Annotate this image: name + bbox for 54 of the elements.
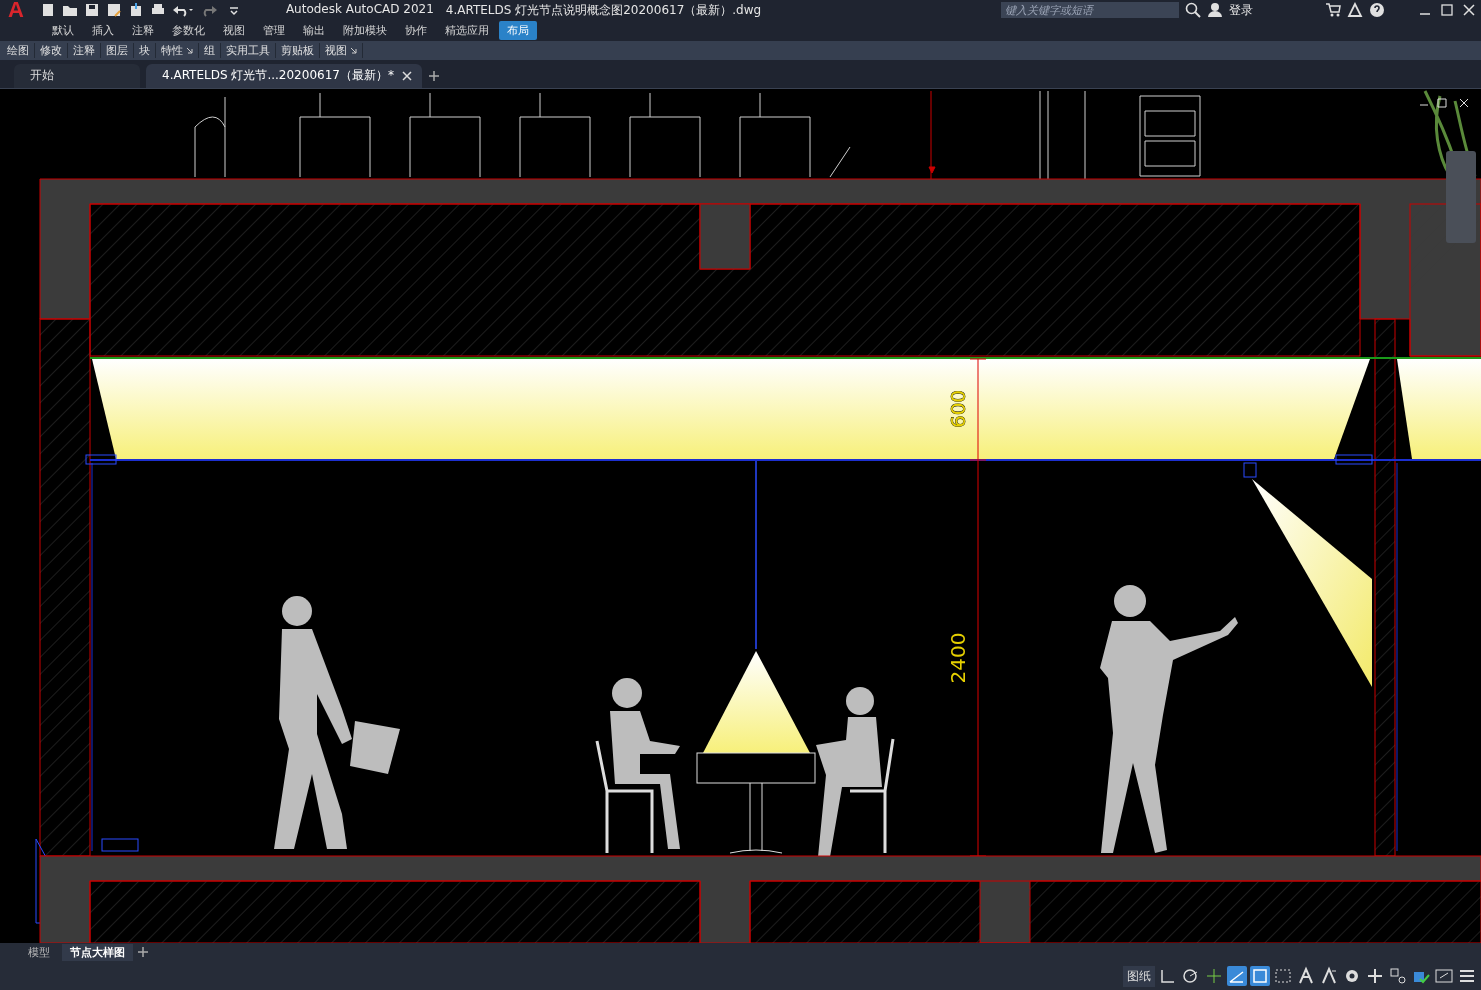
- viewport-controls-icon[interactable]: [1419, 98, 1469, 108]
- maximize-icon[interactable]: [1439, 2, 1455, 18]
- paper-space-toggle[interactable]: 图纸: [1123, 965, 1155, 987]
- ribbon-tab[interactable]: 管理: [255, 21, 293, 40]
- light-fixture-icon: [85, 454, 117, 465]
- ribbon-tab[interactable]: 参数化: [164, 21, 213, 40]
- close-icon[interactable]: [1461, 2, 1477, 18]
- panel-label[interactable]: 绘图: [7, 43, 29, 58]
- panel-label[interactable]: 图层: [106, 43, 128, 58]
- panel-label[interactable]: 组: [204, 43, 215, 58]
- add-layout-icon[interactable]: [137, 946, 149, 959]
- light-fixture-icon: [1335, 454, 1373, 465]
- layout-tab[interactable]: 模型: [20, 944, 58, 961]
- ribbon-tab[interactable]: 输出: [295, 21, 333, 40]
- ribbon-tab[interactable]: 注释: [124, 21, 162, 40]
- ribbon-tab[interactable]: 视图: [215, 21, 253, 40]
- user-icon[interactable]: [1207, 2, 1223, 18]
- ribbon-tab[interactable]: 附加模块: [335, 21, 395, 40]
- app-name: Autodesk AutoCAD 2021: [285, 1, 434, 18]
- scroll-bar[interactable]: [1446, 150, 1476, 243]
- ribbon-tab[interactable]: 布局: [499, 21, 537, 40]
- sign-in-link[interactable]: 登录: [1229, 1, 1253, 19]
- ceiling-beam: [699, 203, 751, 270]
- file-tab[interactable]: 开始: [14, 63, 140, 88]
- panel-label[interactable]: 注释: [73, 43, 95, 58]
- ribbon-tab[interactable]: 协作: [397, 21, 435, 40]
- ribbon-tab[interactable]: 精选应用: [437, 21, 497, 40]
- ribbon-tab[interactable]: 插入: [84, 21, 122, 40]
- close-icon[interactable]: [401, 70, 412, 81]
- dimension-label: 2400: [946, 632, 970, 684]
- file-tab[interactable]: 4.ARTELDS 灯光节...20200617（最新）*: [146, 63, 422, 88]
- light-fixture-icon: [1243, 462, 1257, 478]
- panel-label[interactable]: 剪贴板: [281, 43, 314, 58]
- isodraft-toggle-icon[interactable]: [1227, 966, 1247, 987]
- panel-label[interactable]: 特性: [161, 43, 183, 58]
- ribbon-tab[interactable]: 默认: [44, 21, 82, 40]
- panel-label[interactable]: 实用工具: [226, 43, 270, 58]
- save-as-icon[interactable]: [105, 2, 122, 18]
- expand-icon[interactable]: [186, 47, 193, 54]
- layout-tab[interactable]: 节点大样图: [62, 944, 133, 961]
- isolate-toggle-icon[interactable]: [1388, 966, 1408, 987]
- dimension-label: 600: [946, 389, 970, 428]
- panel-label[interactable]: 块: [139, 43, 150, 58]
- panel-label[interactable]: 修改: [40, 43, 62, 58]
- expand-icon[interactable]: [350, 47, 357, 54]
- light-fixture-icon: [101, 838, 139, 852]
- cart-icon[interactable]: [1325, 2, 1341, 18]
- panel-label[interactable]: 视图: [325, 43, 347, 58]
- save-icon[interactable]: [83, 2, 100, 18]
- search-icon[interactable]: [1185, 2, 1201, 18]
- help-icon[interactable]: [1369, 2, 1385, 18]
- snap-toggle-icon[interactable]: [1250, 966, 1270, 987]
- search-field[interactable]: 键入关键字或短语: [1001, 2, 1179, 18]
- file-name: 4.ARTELDS 灯光节点说明概念图20200617（最新）.dwg: [445, 1, 762, 19]
